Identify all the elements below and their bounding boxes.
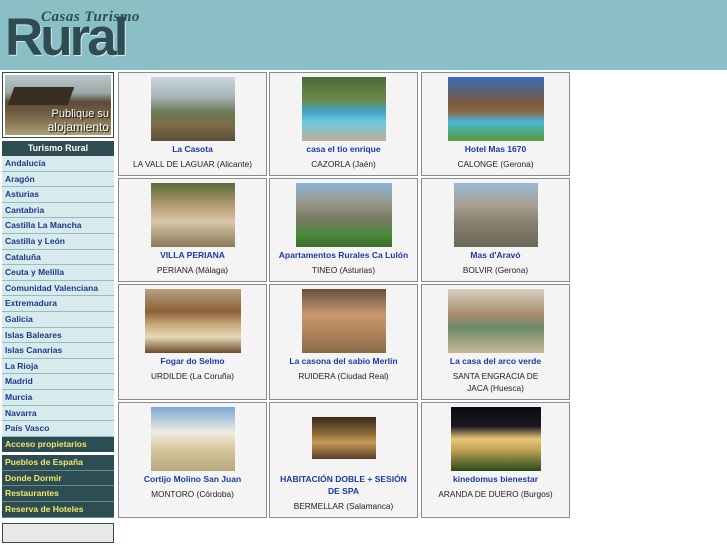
listing-title[interactable]: kinedomus bienestar — [422, 473, 569, 485]
region-list: Andalucía Aragón Asturias Cantabria Cast… — [2, 156, 114, 453]
listing-card[interactable]: casa el tio enrique CAZORLA (Jaén) — [269, 72, 418, 176]
courtyard-photo[interactable] — [302, 289, 386, 353]
sidebar-item-cantabria[interactable]: Cantabria — [2, 202, 114, 219]
listing-card[interactable]: Cortijo Molino San Juan MONTORO (Córdoba) — [118, 402, 267, 518]
listing-location: URDILDE (La Coruña) — [151, 371, 234, 381]
sidebar-item-cataluna[interactable]: Cataluña — [2, 249, 114, 266]
listing-title[interactable]: Mas d'Aravó — [422, 249, 569, 261]
listing-title[interactable]: Hotel Mas 1670 — [422, 143, 569, 155]
listing-location: BOLVIR (Gerona) — [462, 265, 529, 275]
listing-title[interactable]: Cortijo Molino San Juan — [119, 473, 266, 485]
sidebar-item-donde-dormir[interactable]: Donde Dormir — [2, 470, 114, 487]
listing-location: LA VALL DE LAGUAR (Alicante) — [133, 159, 252, 169]
sidebar-item-pais-vasco[interactable]: País Vasco — [2, 421, 114, 437]
logo-text-casas-turismo: Casas Turismo — [41, 9, 140, 25]
sidebar-item-castilla-la-mancha[interactable]: Castilla La Mancha — [2, 218, 114, 234]
sidebar-item-comunidad-valenciana[interactable]: Comunidad Valenciana — [2, 280, 114, 297]
cabin-roof — [7, 87, 75, 105]
listing-card[interactable]: La casona del sabio Merlín RUIDERA (Ciuda… — [269, 284, 418, 400]
stone-house-photo[interactable] — [296, 183, 392, 247]
listing-title[interactable]: Apartamentos Rurales Ca Lulón — [270, 249, 417, 261]
sidebar-item-la-rioja[interactable]: La Rioja — [2, 358, 114, 375]
listing-title[interactable]: La casa del arco verde — [422, 355, 569, 367]
sidebar-heading: Turismo Rural — [2, 141, 114, 156]
white-house-photo[interactable] — [151, 407, 235, 471]
listing-title[interactable]: La Casota — [119, 143, 266, 155]
bottom-banner[interactable] — [2, 522, 114, 543]
sidebar-item-islas-baleares[interactable]: Islas Baleares — [2, 327, 114, 344]
sidebar-item-navarra[interactable]: Navarra — [2, 405, 114, 422]
listing-title[interactable]: VILLA PERIANA — [119, 249, 266, 261]
sidebar-item-murcia[interactable]: Murcia — [2, 389, 114, 406]
sidebar-item-castilla-y-leon[interactable]: Castilla y León — [2, 233, 114, 250]
villa-photo[interactable] — [151, 183, 235, 247]
publish-listing-banner[interactable]: Publique su alojamiento — [2, 72, 114, 138]
mountain-valley-photo[interactable] — [151, 77, 235, 141]
sidebar-item-islas-canarias[interactable]: Islas Canarias — [2, 343, 114, 359]
listing-card[interactable]: Apartamentos Rurales Ca Lulón TINEO (Astu… — [269, 178, 418, 282]
interior-photo[interactable] — [448, 289, 544, 353]
listing-location: MONTORO (Córdoba) — [151, 489, 234, 499]
listing-card[interactable]: kinedomus bienestar ARANDA DE DUERO (Burg… — [421, 402, 570, 518]
listing-location: TINEO (Asturias) — [311, 265, 376, 275]
night-house-photo[interactable] — [451, 407, 541, 471]
sidebar-item-reserva-hoteles[interactable]: Reserva de Hoteles — [2, 502, 114, 518]
listing-card[interactable]: Hotel Mas 1670 CALONGE (Gerona) — [421, 72, 570, 176]
sidebar-item-aragon[interactable]: Aragón — [2, 171, 114, 188]
promo-line1: Publique su — [51, 108, 110, 120]
sidebar: Publique su alojamiento Turismo Rural An… — [2, 72, 114, 543]
listing-title[interactable]: HABITACIÓN DOBLE + SESIÓN DE SPA — [270, 473, 417, 497]
listing-card[interactable]: VILLA PERIANA PERIANA (Málaga) — [118, 178, 267, 282]
sidebar-item-pueblos[interactable]: Pueblos de España — [2, 455, 114, 471]
farmhouse-photo[interactable] — [454, 183, 538, 247]
sidebar-item-asturias[interactable]: Asturias — [2, 187, 114, 203]
listing-title[interactable]: Fogar do Selmo — [119, 355, 266, 367]
listing-location: BERMELLAR (Salamanca) — [293, 501, 394, 511]
listing-location: SANTA ENGRACIA DE JACA (Huesca) — [452, 371, 539, 393]
listing-location: CAZORLA (Jaén) — [311, 159, 376, 169]
bedroom-photo[interactable] — [145, 289, 241, 353]
listing-location: RUIDERA (Ciudad Real) — [298, 371, 389, 381]
listing-title[interactable]: casa el tio enrique — [270, 143, 417, 155]
sidebar-item-madrid[interactable]: Madrid — [2, 374, 114, 390]
listing-location: ARANDA DE DUERO (Burgos) — [438, 489, 553, 499]
site-logo[interactable]: Rural Casas Turismo — [5, 6, 150, 66]
pool-photo[interactable] — [302, 77, 386, 141]
hotel-pool-photo[interactable] — [448, 77, 544, 141]
sidebar-item-andalucia[interactable]: Andalucía — [2, 156, 114, 172]
owners-access-link[interactable]: Acceso propietarios — [2, 436, 114, 453]
promo-line2: alojamiento — [47, 120, 109, 134]
spa-photo[interactable] — [312, 417, 376, 459]
site-header: Rural Casas Turismo — [0, 0, 727, 70]
listing-location: PERIANA (Málaga) — [156, 265, 228, 275]
listing-card[interactable]: La Casota LA VALL DE LAGUAR (Alicante) — [118, 72, 267, 176]
sidebar-item-ceuta-y-melilla[interactable]: Ceuta y Melilla — [2, 265, 114, 281]
listing-title[interactable]: La casona del sabio Merlín — [270, 355, 417, 367]
sidebar-item-restaurantes[interactable]: Restaurantes — [2, 486, 114, 503]
sidebar-item-galicia[interactable]: Galicia — [2, 311, 114, 328]
sidebar-item-extremadura[interactable]: Extremadura — [2, 296, 114, 312]
listing-card[interactable]: Fogar do Selmo URDILDE (La Coruña) — [118, 284, 267, 400]
listing-card[interactable]: La casa del arco verde SANTA ENGRACIA DE … — [421, 284, 570, 400]
listing-card[interactable]: HABITACIÓN DOBLE + SESIÓN DE SPA BERMELLA… — [269, 402, 418, 518]
listing-card[interactable]: Mas d'Aravó BOLVIR (Gerona) — [421, 178, 570, 282]
listing-location: CALONGE (Gerona) — [457, 159, 534, 169]
